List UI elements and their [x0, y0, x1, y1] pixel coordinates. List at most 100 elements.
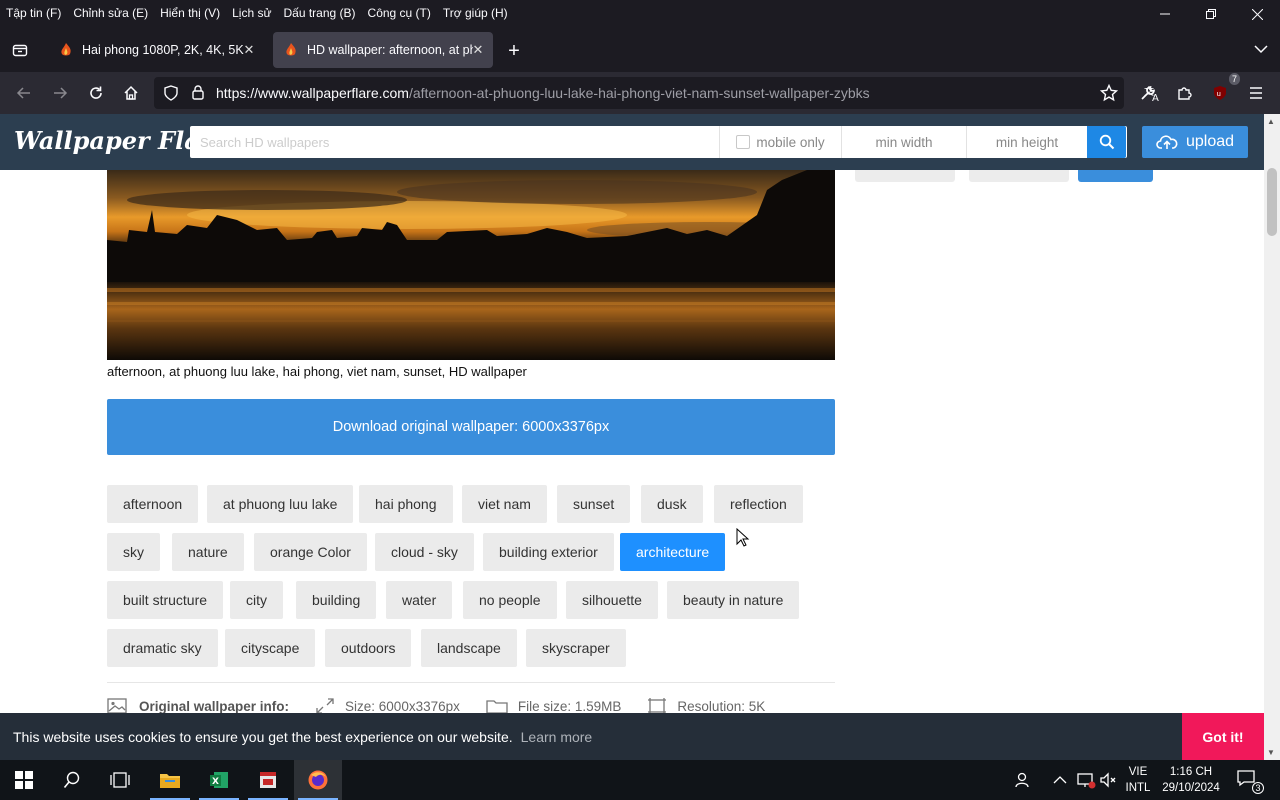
taskbar-firefox[interactable] [294, 760, 342, 800]
address-bar[interactable]: https://www.wallpaperflare.com/afternoon… [154, 77, 1159, 109]
tag-skyscraper[interactable]: skyscraper [526, 629, 626, 667]
taskbar-app[interactable] [244, 760, 292, 800]
tag-building[interactable]: building [296, 581, 377, 619]
extensions-button[interactable] [1170, 79, 1198, 107]
scroll-down-arrow-icon[interactable]: ▼ [1267, 748, 1275, 757]
mobile-only-checkbox[interactable] [736, 135, 751, 149]
tag-sunset[interactable]: sunset [557, 485, 631, 523]
tag-landscape[interactable]: landscape [421, 629, 517, 667]
volume-muted-icon[interactable] [1099, 760, 1117, 800]
tag-beauty-in-nature[interactable]: beauty in nature [667, 581, 800, 619]
tag-outdoors[interactable]: outdoors [325, 629, 412, 667]
menu-tools[interactable]: Công cụ (T) [362, 3, 437, 23]
taskbar-search-button[interactable] [48, 760, 96, 800]
tab-hd-wallpaper[interactable]: HD wallpaper: afternoon, at phuong ✕ [273, 32, 493, 68]
tag-no-people[interactable]: no people [463, 581, 557, 619]
tracking-protection-shield-icon[interactable] [164, 85, 178, 104]
system-clock[interactable]: 1:16 CH 29/10/2024 [1158, 764, 1224, 796]
tab-hai-phong[interactable]: Hai phong 1080P, 2K, 4K, 5K HD ✕ [48, 32, 264, 68]
tag-built-structure[interactable]: built structure [107, 581, 224, 619]
input-language-indicator[interactable]: VIE INTL [1120, 764, 1156, 796]
tag-sky[interactable]: sky [107, 533, 160, 571]
arrow-left-icon [16, 87, 30, 99]
tag-afternoon[interactable]: afternoon [107, 485, 199, 523]
tag-city[interactable]: city [230, 581, 283, 619]
tag-building-exterior[interactable]: building exterior [483, 533, 614, 571]
search-button[interactable] [1087, 126, 1126, 158]
cookie-banner: This website uses cookies to ensure you … [0, 713, 1264, 760]
tag-architecture[interactable]: architecture [620, 533, 726, 571]
tag-silhouette[interactable]: silhouette [566, 581, 658, 619]
tag-cityscape[interactable]: cityscape [225, 629, 316, 667]
tag-nature[interactable]: nature [172, 533, 244, 571]
tag-viet-nam[interactable]: viet nam [462, 485, 547, 523]
menu-view[interactable]: Hiển thị (V) [154, 3, 226, 23]
restore-button[interactable] [1188, 0, 1234, 28]
cookie-accept-button[interactable]: Got it! [1182, 713, 1264, 760]
task-view-button[interactable] [96, 760, 144, 800]
back-button[interactable] [10, 79, 38, 107]
start-button[interactable] [0, 760, 48, 800]
search-form: mobile only min width min height [190, 126, 1127, 158]
bookmark-star-button[interactable] [1095, 79, 1123, 107]
app-menu-button[interactable] [1242, 79, 1270, 107]
windows-taskbar: X VIE INTL 1:16 CH 29/10/2024 3 [0, 760, 1280, 800]
new-tab-button[interactable]: + [502, 40, 526, 64]
close-window-button[interactable] [1234, 0, 1280, 28]
ublock-extension-button[interactable]: u 7 [1206, 73, 1240, 107]
download-original-button[interactable]: Download original wallpaper: 6000x3376px [107, 399, 835, 455]
tag-hai-phong[interactable]: hai phong [359, 485, 453, 523]
developer-tools-button[interactable] [1134, 79, 1162, 107]
wallpaper-image[interactable] [107, 170, 835, 360]
list-all-tabs-button[interactable] [1254, 42, 1268, 57]
menu-history[interactable]: Lịch sử [226, 3, 277, 23]
taskbar-file-explorer[interactable] [146, 760, 194, 800]
menu-edit[interactable]: Chỉnh sửa (E) [67, 3, 154, 23]
lock-icon[interactable] [191, 84, 205, 103]
tag-dramatic-sky[interactable]: dramatic sky [107, 629, 218, 667]
taskbar-excel[interactable]: X [195, 760, 243, 800]
tag-reflection[interactable]: reflection [714, 485, 803, 523]
tag-dusk[interactable]: dusk [641, 485, 703, 523]
search-input[interactable] [190, 126, 719, 158]
home-button[interactable] [117, 79, 145, 107]
close-tab-icon[interactable]: ✕ [240, 41, 258, 59]
url-text: https://www.wallpaperflare.com/afternoon… [216, 85, 870, 101]
puzzle-icon [1178, 87, 1192, 100]
menu-file[interactable]: Tập tin (F) [0, 3, 67, 23]
min-width-field[interactable]: min width [841, 126, 966, 158]
chevron-down-icon [1254, 45, 1268, 54]
network-icon[interactable] [1076, 760, 1096, 800]
firefox-view-icon [12, 44, 28, 57]
menu-bookmarks[interactable]: Dấu trang (B) [278, 3, 362, 23]
document-app-icon [260, 772, 276, 788]
window-controls [1142, 0, 1280, 28]
resolution-text: Resolution: 5K [677, 698, 766, 714]
tag-cloud-sky[interactable]: cloud - sky [375, 533, 474, 571]
keyboard-layout: INTL [1125, 782, 1151, 794]
minimize-button[interactable] [1142, 0, 1188, 28]
page-scrollbar[interactable]: ▲ ▼ [1264, 114, 1280, 760]
reload-button[interactable] [82, 79, 110, 107]
upload-button[interactable]: upload [1142, 126, 1248, 158]
menu-bar: Tập tin (F) Chỉnh sửa (E) Hiển thị (V) L… [0, 0, 1280, 26]
tag-orange-color[interactable]: orange Color [254, 533, 367, 571]
action-center-button[interactable]: 3 [1236, 768, 1264, 794]
forward-button[interactable] [46, 79, 74, 107]
people-icon[interactable] [1014, 760, 1032, 800]
cookie-learn-more-link[interactable]: Learn more [521, 729, 593, 745]
tag-water[interactable]: water [386, 581, 453, 619]
menu-help[interactable]: Trợ giúp (H) [437, 3, 514, 23]
tag-at-phuong-luu-lake[interactable]: at phuong luu lake [207, 485, 354, 523]
min-height-field[interactable]: min height [966, 126, 1087, 158]
mobile-only-filter[interactable]: mobile only [719, 126, 841, 158]
wallpaperflare-favicon [58, 42, 74, 58]
show-hidden-icons-chevron-icon[interactable] [1053, 760, 1067, 800]
clock-date: 29/10/2024 [1162, 782, 1220, 794]
scroll-up-arrow-icon[interactable]: ▲ [1267, 117, 1275, 126]
windows-logo-icon [15, 771, 33, 789]
scrollbar-thumb[interactable] [1267, 168, 1277, 236]
tab-list-button[interactable] [6, 36, 34, 64]
upload-label: upload [1185, 133, 1235, 150]
close-tab-icon[interactable]: ✕ [469, 41, 487, 59]
